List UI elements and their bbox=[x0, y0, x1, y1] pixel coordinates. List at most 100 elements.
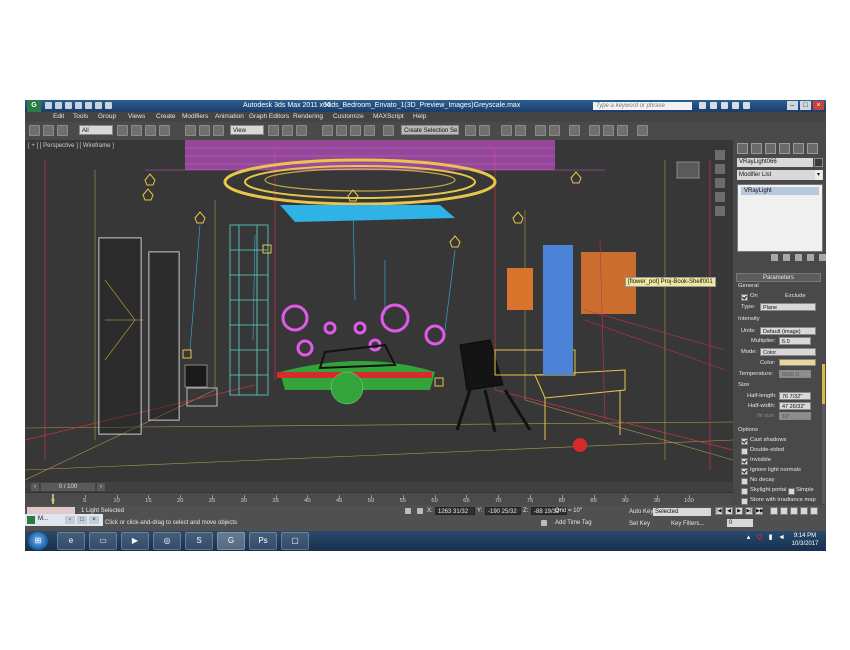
hierarchy-tab-icon[interactable] bbox=[765, 143, 776, 154]
maximize-button[interactable]: □ bbox=[800, 101, 811, 110]
undo-icon[interactable] bbox=[75, 102, 82, 109]
track-bar[interactable]: 0 5 10 15 20 25 30 35 40 45 50 55 60 65 70 75 80 85 90 95 10… bbox=[25, 492, 733, 506]
menu-customize[interactable]: Customize bbox=[333, 112, 364, 122]
schematic-view-icon[interactable] bbox=[549, 125, 560, 136]
set-key-button[interactable]: Set Key bbox=[629, 521, 650, 527]
motion-tab-icon[interactable] bbox=[779, 143, 790, 154]
menu-animation[interactable]: Animation bbox=[215, 112, 244, 122]
close-button[interactable]: × bbox=[813, 101, 824, 110]
skylight-portal-checkbox[interactable] bbox=[741, 488, 748, 495]
prev-frame-arrow-icon[interactable]: ‹ bbox=[31, 483, 39, 491]
scale-icon[interactable] bbox=[213, 125, 224, 136]
x-coord-field[interactable]: 1263 31/32 bbox=[435, 507, 475, 515]
taskbar-clock[interactable]: 9:14 PM 10/3/2017 bbox=[787, 532, 823, 548]
rendered-frame-window-icon[interactable] bbox=[603, 125, 614, 136]
zoom-all-icon[interactable] bbox=[715, 164, 725, 174]
time-tag-key-icon[interactable] bbox=[541, 520, 547, 526]
material-editor-icon[interactable] bbox=[569, 125, 580, 136]
menu-group[interactable]: Group bbox=[98, 112, 116, 122]
orbit-icon[interactable] bbox=[715, 192, 725, 202]
play-icon[interactable]: ▶ bbox=[735, 507, 743, 515]
exclude-button[interactable]: Exclude bbox=[785, 293, 806, 299]
parameters-rollout-header[interactable]: Parameters bbox=[736, 273, 821, 282]
mini-restore-button[interactable]: ▫ bbox=[65, 516, 75, 524]
mini-maximize-button[interactable]: □ bbox=[77, 516, 87, 524]
taskbar-skype-button[interactable]: S bbox=[185, 532, 213, 550]
search-icon[interactable] bbox=[699, 102, 706, 109]
pin-stack-icon[interactable] bbox=[771, 254, 778, 261]
y-coord-field[interactable]: -190 25/32 bbox=[485, 507, 521, 515]
show-end-result-icon[interactable] bbox=[783, 254, 790, 261]
key-mode-select[interactable]: Selected bbox=[653, 508, 711, 516]
utilities-tab-icon[interactable] bbox=[807, 143, 818, 154]
go-to-end-icon[interactable]: ▶▶ bbox=[755, 507, 764, 515]
render-setup-icon[interactable] bbox=[589, 125, 600, 136]
menu-help[interactable]: Help bbox=[413, 112, 426, 122]
subscription-icon[interactable] bbox=[710, 102, 717, 109]
menu-tools[interactable]: Tools bbox=[73, 112, 88, 122]
maximize-viewport-icon[interactable] bbox=[715, 206, 725, 216]
remove-modifier-icon[interactable] bbox=[807, 254, 814, 261]
edit-named-selection-icon[interactable] bbox=[383, 125, 394, 136]
region-select-icon[interactable] bbox=[145, 125, 156, 136]
favorites-icon[interactable] bbox=[732, 102, 739, 109]
select-object-icon[interactable] bbox=[117, 125, 128, 136]
minimize-button[interactable]: – bbox=[787, 101, 798, 110]
viewport-label[interactable]: [ + ] [ Perspective ] [ Wireframe ] bbox=[28, 143, 114, 149]
percent-snap-icon[interactable] bbox=[350, 125, 361, 136]
store-irradiance-checkbox[interactable] bbox=[741, 498, 748, 505]
redo-icon[interactable] bbox=[85, 102, 92, 109]
absolute-mode-icon[interactable] bbox=[417, 508, 423, 514]
make-unique-icon[interactable] bbox=[795, 254, 802, 261]
object-name-field[interactable]: VRayLight066 bbox=[737, 158, 813, 167]
mini-close-button[interactable]: × bbox=[89, 516, 99, 524]
current-frame-field[interactable]: 0 bbox=[727, 519, 753, 527]
menu-create[interactable]: Create bbox=[156, 112, 176, 122]
reference-coordinate-select[interactable]: View bbox=[230, 125, 264, 135]
scrollbar-thumb[interactable] bbox=[822, 364, 825, 404]
create-tab-icon[interactable] bbox=[737, 143, 748, 154]
communication-icon[interactable] bbox=[721, 102, 728, 109]
stack-item-vraylight[interactable]: VRayLight bbox=[741, 187, 819, 195]
taskbar-window-button[interactable]: ▢ bbox=[281, 532, 309, 550]
modifier-list-dropdown[interactable]: Modifier List ▾ bbox=[737, 170, 823, 180]
selection-lock-icon[interactable] bbox=[405, 508, 411, 514]
align-icon[interactable] bbox=[479, 125, 490, 136]
cast-shadows-checkbox[interactable] bbox=[741, 438, 748, 445]
window-crossing-icon[interactable] bbox=[159, 125, 170, 136]
go-to-start-icon[interactable]: |◀ bbox=[715, 507, 723, 515]
next-frame-arrow-icon[interactable]: › bbox=[97, 483, 105, 491]
new-file-icon[interactable] bbox=[45, 102, 52, 109]
menu-graph-editors[interactable]: Graph Editors bbox=[249, 112, 289, 122]
key-filters-button[interactable]: Key Filters... bbox=[671, 521, 704, 527]
select-manipulate-icon[interactable] bbox=[282, 125, 293, 136]
layer-manager-icon[interactable] bbox=[501, 125, 512, 136]
keyboard-shortcut-icon[interactable] bbox=[296, 125, 307, 136]
next-frame-icon[interactable]: ▶| bbox=[745, 507, 753, 515]
taskbar-ie-button[interactable]: e bbox=[57, 532, 85, 550]
half-width-spinner[interactable]: 47 26/32" bbox=[779, 402, 811, 410]
temperature-spinner[interactable]: 6500.0 bbox=[779, 370, 811, 378]
mirror-icon[interactable] bbox=[465, 125, 476, 136]
menu-modifiers[interactable]: Modifiers bbox=[182, 112, 208, 122]
pivot-center-icon[interactable] bbox=[268, 125, 279, 136]
pan-icon[interactable] bbox=[715, 178, 725, 188]
tray-arrow-icon[interactable]: ▴ bbox=[745, 534, 752, 542]
menu-maxscript[interactable]: MAXScript bbox=[373, 112, 404, 122]
zoom-extents-icon[interactable] bbox=[770, 507, 778, 515]
help-icon[interactable] bbox=[743, 102, 750, 109]
field-of-view-icon[interactable] bbox=[780, 507, 788, 515]
taskbar-chrome-button[interactable]: ◎ bbox=[153, 532, 181, 550]
command-panel-scrollbar[interactable] bbox=[822, 364, 825, 504]
selection-filter-select[interactable]: All bbox=[79, 125, 113, 135]
tray-q-icon[interactable]: Q bbox=[756, 534, 763, 542]
no-decay-checkbox[interactable] bbox=[741, 478, 748, 485]
orbit-subobject-icon[interactable] bbox=[790, 507, 798, 515]
double-sided-checkbox[interactable] bbox=[741, 448, 748, 455]
tray-network-icon[interactable]: ▮ bbox=[767, 534, 774, 542]
invisible-checkbox[interactable] bbox=[741, 458, 748, 465]
render-production-icon[interactable] bbox=[617, 125, 628, 136]
taskbar-explorer-button[interactable]: ▭ bbox=[89, 532, 117, 550]
angle-snap-icon[interactable] bbox=[336, 125, 347, 136]
time-slider[interactable]: 0 / 100 bbox=[41, 483, 95, 491]
